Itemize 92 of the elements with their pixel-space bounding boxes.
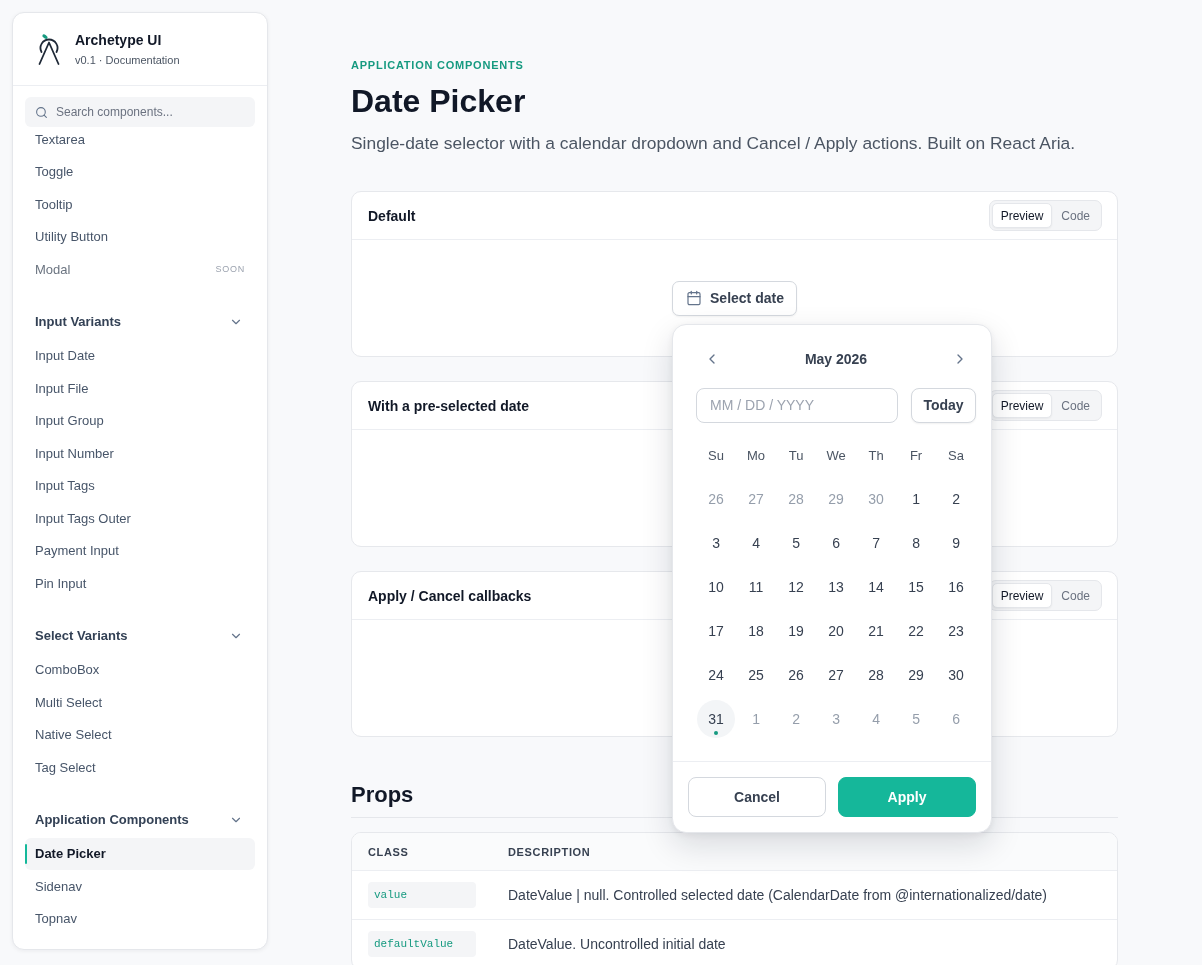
day-cell[interactable]: 5 [777, 523, 816, 562]
weekday-label: Sa [948, 448, 964, 463]
day-cell[interactable]: 13 [817, 567, 856, 606]
nav-item[interactable]: Input File [25, 372, 255, 405]
weekday-label: Mo [747, 448, 766, 463]
brand-name: Archetype UI [75, 31, 163, 49]
view-tab[interactable]: Code [1052, 583, 1099, 608]
weekday-label: Tu [788, 448, 804, 463]
month-label: May 2026 [804, 350, 868, 367]
section-eyebrow: APPLICATION COMPONENTS [351, 58, 525, 72]
view-tab[interactable]: Preview [991, 583, 1053, 608]
day-cell[interactable]: 3 [697, 523, 736, 562]
day-cell[interactable]: 21 [857, 611, 896, 650]
nav-item[interactable]: Utility Button [25, 220, 255, 253]
day-cell[interactable]: 7 [857, 523, 896, 562]
day-cell[interactable]: 31 [697, 699, 736, 738]
nav-item[interactable]: Input Number [25, 437, 255, 470]
day-cell[interactable]: 16 [937, 567, 976, 606]
day-cell[interactable]: 1 [897, 479, 936, 518]
nav-section-header[interactable]: Application Components [25, 801, 255, 838]
search-icon [35, 106, 48, 119]
day-cell[interactable]: 17 [697, 611, 736, 650]
day-cell[interactable]: 14 [857, 567, 896, 606]
day-cell[interactable]: 6 [817, 523, 856, 562]
weekday-label: Fr [909, 448, 923, 463]
search-field[interactable]: Search components... [25, 97, 255, 127]
logo-icon [36, 33, 62, 65]
nav-section-header[interactable]: Input Variants [25, 303, 255, 340]
nav-item[interactable]: ComboBox [25, 653, 255, 686]
view-tab[interactable]: Preview [991, 203, 1053, 228]
day-cell[interactable]: 22 [897, 611, 936, 650]
day-cell[interactable]: 23 [937, 611, 976, 650]
day-cell[interactable]: 8 [897, 523, 936, 562]
weekday-label: Su [708, 448, 724, 463]
day-cell[interactable]: 25 [737, 655, 776, 694]
prop-name-code: value [368, 882, 476, 908]
day-cell[interactable]: 20 [817, 611, 856, 650]
today-dot-icon [714, 730, 719, 735]
nav-item[interactable]: Tag Select [25, 751, 255, 784]
nav-item[interactable]: Input Group [25, 404, 255, 437]
day-cell[interactable]: 18 [737, 611, 776, 650]
cancel-button[interactable]: Cancel [688, 776, 827, 817]
day-cell[interactable]: 4 [737, 523, 776, 562]
prop-name-code: defaultValue [368, 931, 476, 957]
page-title: Date Picker [351, 83, 527, 119]
page-description: Single-date selector with a calendar dropdown and Cancel / Apply actions. Built on React Aria. [351, 132, 1077, 155]
example-title: With a pre-selected date [368, 397, 529, 414]
nav-section-header[interactable]: Select Variants [25, 617, 255, 654]
brand-subtitle: v0.1 · Documentation [75, 52, 180, 67]
day-cell[interactable]: 11 [737, 567, 776, 606]
nav-item[interactable]: Payment Input [25, 534, 255, 567]
day-cell[interactable]: 28 [857, 655, 896, 694]
weekday-label: Th [868, 448, 884, 463]
today-button[interactable]: Today [911, 387, 977, 423]
example-title: Default [368, 207, 416, 224]
column-header: CLASS [368, 845, 409, 858]
day-cell[interactable]: 2 [937, 479, 976, 518]
nav-item[interactable]: Input Tags Outer [25, 502, 255, 535]
nav-item[interactable]: Textarea [25, 127, 255, 156]
day-cell[interactable]: 15 [897, 567, 936, 606]
nav-item[interactable]: Native Select [25, 718, 255, 751]
nav-item[interactable]: Input Tags [25, 469, 255, 502]
day-cell[interactable]: 27 [817, 655, 856, 694]
date-input-field[interactable]: MM / DD / YYYY [696, 387, 899, 423]
example-title: Apply / Cancel callbacks [368, 587, 532, 604]
prop-description: DateValue | null. Controlled selected date (CalendarDate from @internationalized/date) [508, 887, 1047, 903]
section-heading: Props [351, 781, 414, 809]
day-cell[interactable]: 29 [897, 655, 936, 694]
calendar-icon [686, 290, 703, 306]
prop-description: DateValue. Uncontrolled initial date [508, 936, 726, 952]
nav-item[interactable]: Multi Select [25, 686, 255, 719]
view-tab[interactable]: Code [1052, 393, 1099, 418]
day-cell[interactable]: 9 [937, 523, 976, 562]
select-date-button[interactable]: Select date [672, 280, 797, 316]
nav-item[interactable]: Toggle [25, 155, 255, 188]
day-cell[interactable]: 12 [777, 567, 816, 606]
nav-item[interactable]: Date Picker [25, 837, 255, 870]
view-tab[interactable]: Preview [991, 393, 1053, 418]
day-cell[interactable]: 24 [697, 655, 736, 694]
nav-item[interactable]: Tooltip [25, 188, 255, 221]
nav-item[interactable]: Sidenav [25, 870, 255, 903]
day-cell[interactable]: 26 [777, 655, 816, 694]
nav-item[interactable]: Pin Input [25, 567, 255, 600]
coming-soon-label: SOON [215, 264, 245, 275]
nav-item[interactable]: Topnav [25, 902, 255, 935]
column-header: DESCRIPTION [508, 845, 591, 858]
view-tab[interactable]: Code [1052, 203, 1099, 228]
day-cell[interactable]: 10 [697, 567, 736, 606]
day-cell[interactable]: 19 [777, 611, 816, 650]
nav-item[interactable]: Input Date [25, 339, 255, 372]
weekday-label: We [826, 448, 846, 463]
day-cell[interactable]: 30 [937, 655, 976, 694]
